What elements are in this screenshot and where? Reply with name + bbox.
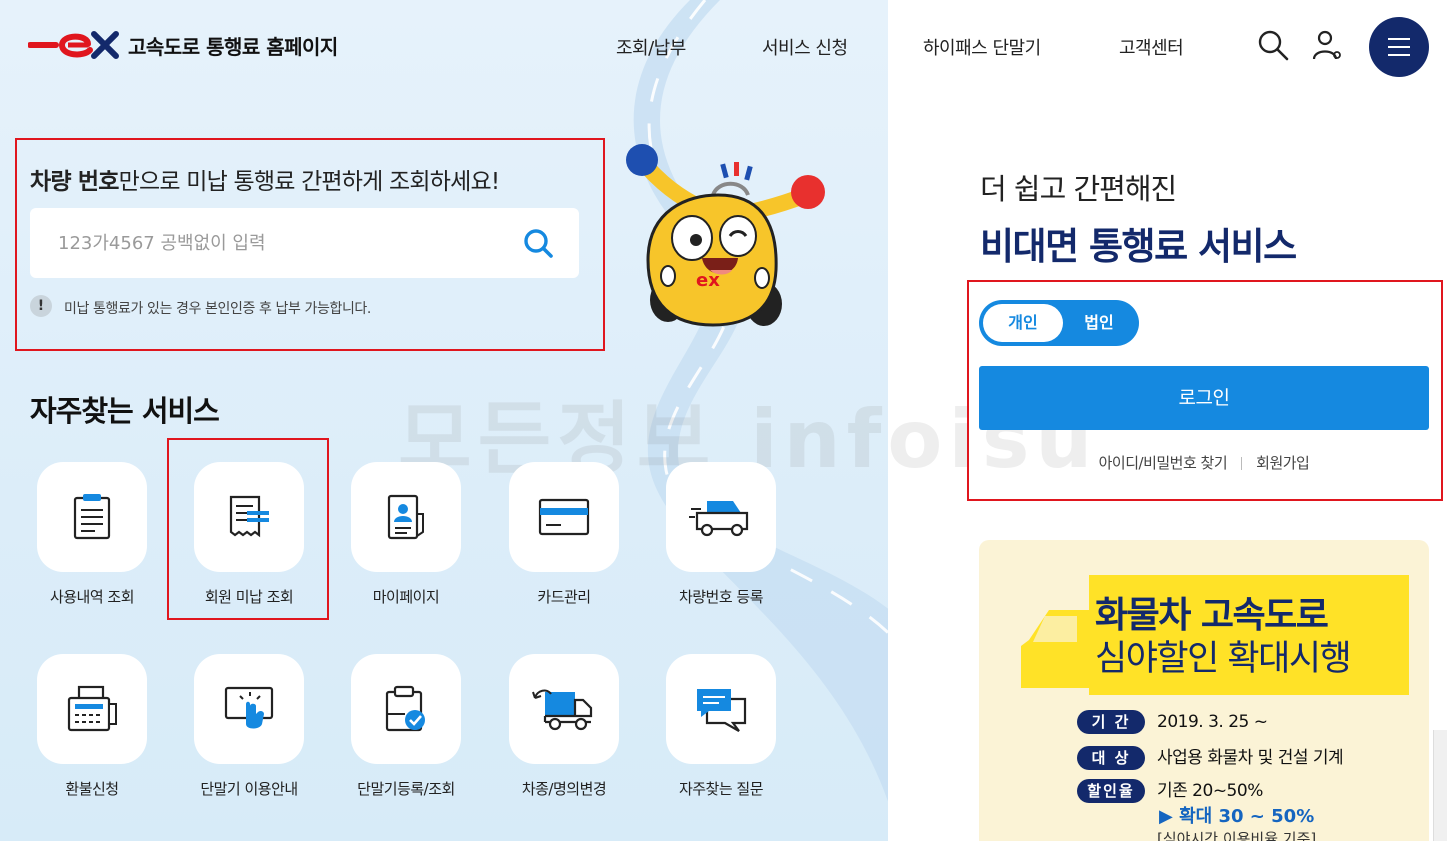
find-id-password-link[interactable]: 아이디/비밀번호 찾기 bbox=[1099, 454, 1228, 472]
service-faq[interactable]: 자주찾는 질문 bbox=[666, 654, 776, 798]
banner-row-target: 대 상 사업용 화물차 및 건설 기계 bbox=[1077, 743, 1344, 770]
service-label: 회원 미납 조회 bbox=[204, 588, 294, 606]
search-title: 차량 번호만으로 미납 통행료 간편하게 조회하세요! bbox=[30, 169, 500, 195]
credit-card-icon bbox=[538, 498, 590, 536]
service-terminal-registration[interactable]: 단말기등록/조회 bbox=[351, 654, 461, 798]
toggle-corporate[interactable]: 법인 bbox=[1063, 304, 1135, 342]
search-icon[interactable] bbox=[1256, 28, 1290, 62]
truck-icon bbox=[532, 689, 593, 731]
ex-logo-icon bbox=[28, 31, 119, 59]
chat-bubbles-icon bbox=[697, 689, 747, 732]
nav-hipass-terminal[interactable]: 하이패스 단말기 bbox=[923, 34, 1041, 60]
service-mypage[interactable]: 마이페이지 bbox=[351, 462, 461, 606]
service-label: 사용내역 조회 bbox=[49, 588, 135, 606]
banner-row-period: 기 간 2019. 3. 25 ~ bbox=[1077, 710, 1268, 734]
toggle-personal[interactable]: 개인 bbox=[983, 304, 1063, 342]
service-label: 환불신청 bbox=[65, 780, 119, 798]
service-card-management[interactable]: 카드관리 bbox=[509, 462, 619, 606]
mascot-illustration: ex bbox=[626, 144, 825, 327]
member-type-toggle[interactable]: 개인 법인 bbox=[979, 300, 1139, 346]
nav-inquiry-payment[interactable]: 조회/납부 bbox=[616, 34, 686, 60]
service-terminal-guide[interactable]: 단말기 이용안내 bbox=[194, 654, 304, 798]
profile-card-icon bbox=[387, 494, 424, 540]
search-notice: 미납 통행료가 있는 경우 본인인증 후 납부 가능합니다. bbox=[64, 301, 371, 317]
services-title: 자주찾는 서비스 bbox=[30, 394, 220, 428]
promo-banner[interactable]: 화물차 고속도로 심야할인 확대시행 기 간 2019. 3. 25 ~ 대 상사… bbox=[979, 540, 1429, 841]
banner-note: [심야시간 이용비율 기준] bbox=[1157, 830, 1317, 841]
vehicle-number-input[interactable] bbox=[30, 208, 579, 278]
receipt-icon bbox=[229, 495, 269, 538]
service-usage-history[interactable]: 사용내역 조회 bbox=[37, 462, 147, 606]
user-icon[interactable] bbox=[1310, 28, 1344, 62]
svg-text:ex: ex bbox=[696, 270, 720, 291]
service-refund[interactable]: 환불신청 bbox=[37, 654, 147, 798]
login-subtitle: 더 쉽고 간편해진 bbox=[980, 172, 1177, 206]
nav-customer-center[interactable]: 고객센터 bbox=[1119, 34, 1184, 60]
service-label: 단말기 이용안내 bbox=[200, 780, 298, 798]
nav-service-application[interactable]: 서비스 신청 bbox=[762, 34, 848, 60]
service-label: 카드관리 bbox=[537, 588, 591, 606]
signup-link[interactable]: 회원가입 bbox=[1256, 454, 1310, 472]
search-submit-icon[interactable] bbox=[520, 225, 556, 261]
login-title: 비대면 통행료 서비스 bbox=[980, 225, 1297, 268]
service-label: 차량번호 등록 bbox=[678, 588, 764, 606]
car-icon bbox=[689, 501, 749, 537]
account-links: 아이디/비밀번호 찾기 회원가입 bbox=[979, 452, 1429, 473]
login-button[interactable]: 로그인 bbox=[979, 366, 1429, 430]
banner-highlight: ▶ 확대 30 ~ 50% bbox=[1159, 806, 1315, 827]
service-member-unpaid[interactable]: 회원 미납 조회 bbox=[194, 462, 304, 606]
clipboard-check-icon bbox=[385, 685, 425, 732]
banner-row-discount: 할인율 기존 20~50% bbox=[1077, 776, 1263, 803]
fax-machine-icon bbox=[67, 685, 117, 732]
service-label: 자주찾는 질문 bbox=[678, 780, 764, 798]
hamburger-menu-icon[interactable] bbox=[1369, 17, 1429, 77]
service-vehicle-registration[interactable]: 차량번호 등록 bbox=[666, 462, 776, 606]
service-label: 단말기등록/조회 bbox=[357, 780, 455, 798]
service-label: 마이페이지 bbox=[372, 588, 440, 606]
service-label: 차종/명의변경 bbox=[521, 780, 607, 798]
service-vehicle-type-change[interactable]: 차종/명의변경 bbox=[509, 654, 619, 798]
notice-icon: ! bbox=[30, 295, 52, 317]
document-list-icon bbox=[73, 494, 111, 540]
touch-screen-icon bbox=[224, 686, 274, 729]
banner-subtitle: 심야할인 확대시행 bbox=[1095, 639, 1352, 679]
site-logo[interactable]: 고속도로 통행료 홈페이지 bbox=[28, 30, 338, 60]
site-title: 고속도로 통행료 홈페이지 bbox=[128, 34, 338, 59]
link-divider bbox=[1241, 457, 1243, 470]
scrollbar[interactable] bbox=[1433, 730, 1447, 841]
